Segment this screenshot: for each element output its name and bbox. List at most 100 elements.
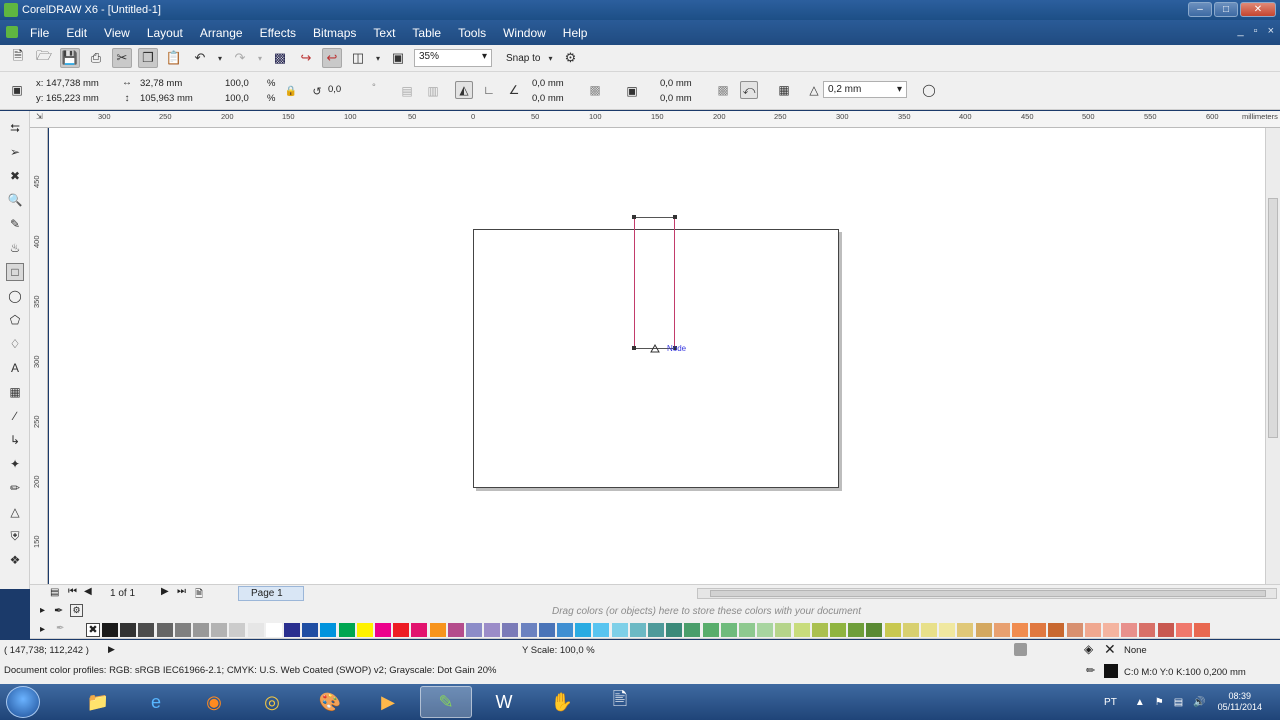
page-options-icon[interactable]: ▤ bbox=[50, 587, 59, 598]
zoom-level-select[interactable]: 35% ▾ bbox=[414, 49, 492, 67]
menu-table[interactable]: Table bbox=[412, 26, 441, 40]
palette-scroll-left-icon[interactable]: ▸ bbox=[40, 624, 45, 635]
color-swatch[interactable] bbox=[921, 623, 937, 637]
color-swatch[interactable] bbox=[666, 623, 683, 637]
options-icon[interactable]: ⚙ bbox=[560, 48, 580, 68]
color-swatch[interactable] bbox=[1030, 623, 1047, 637]
network-icon[interactable]: ▤ bbox=[1174, 697, 1183, 708]
menu-layout[interactable]: Layout bbox=[147, 26, 183, 40]
rectangle-tool-icon[interactable]: □ bbox=[6, 263, 24, 281]
fill-tool-icon[interactable]: ⛨ bbox=[6, 527, 24, 545]
palette-settings-icon[interactable]: ⚙ bbox=[70, 604, 83, 617]
color-swatch[interactable] bbox=[138, 623, 155, 637]
freehand-tool-icon[interactable]: ✎ bbox=[6, 215, 24, 233]
zoom-tool-icon[interactable]: 🔍 bbox=[6, 191, 24, 209]
page-tab[interactable]: Page 1 bbox=[238, 586, 304, 601]
undo-icon[interactable]: ↶ bbox=[190, 48, 210, 68]
color-swatch[interactable] bbox=[356, 623, 373, 637]
color-swatch[interactable] bbox=[211, 623, 228, 637]
undo-dropdown-icon[interactable]: ▾ bbox=[216, 48, 224, 68]
copy-icon[interactable]: ❐ bbox=[138, 48, 158, 68]
color-swatch[interactable] bbox=[466, 623, 482, 637]
pick-tool-icon[interactable]: ⮀ bbox=[6, 119, 24, 137]
action-center-flag-icon[interactable]: ⚑ bbox=[1155, 697, 1164, 708]
ellipse-tool-icon[interactable]: ◯ bbox=[6, 287, 24, 305]
first-page-icon[interactable]: ⏮ bbox=[68, 586, 77, 597]
menu-arrange[interactable]: Arrange bbox=[200, 26, 243, 40]
color-swatch[interactable] bbox=[993, 623, 1010, 637]
color-swatch[interactable] bbox=[302, 623, 319, 637]
color-swatch[interactable] bbox=[793, 623, 810, 637]
color-swatch[interactable] bbox=[739, 623, 755, 637]
color-swatch[interactable] bbox=[174, 623, 191, 637]
text-tool-icon[interactable]: A bbox=[6, 359, 24, 377]
shape-tool-icon[interactable]: ➢ bbox=[6, 143, 24, 161]
color-swatch[interactable] bbox=[866, 623, 883, 637]
menu-edit[interactable]: Edit bbox=[66, 26, 87, 40]
horizontal-scroll-thumb[interactable] bbox=[710, 590, 1266, 597]
connector-tool-icon[interactable]: ↳ bbox=[6, 431, 24, 449]
last-page-icon[interactable]: ⏭ bbox=[177, 586, 186, 597]
clock[interactable]: 08:39 05/11/2014 bbox=[1218, 691, 1262, 713]
next-page-icon[interactable]: ▶ bbox=[161, 586, 169, 597]
media-player-icon[interactable]: ▶ bbox=[362, 686, 414, 718]
color-swatch[interactable] bbox=[102, 623, 118, 637]
color-swatch[interactable] bbox=[156, 623, 173, 637]
document-icon[interactable] bbox=[6, 26, 18, 38]
color-swatch[interactable] bbox=[775, 623, 792, 637]
color-swatch[interactable] bbox=[593, 623, 610, 637]
outline-width-select[interactable]: 0,2 mm ▾ bbox=[823, 81, 907, 98]
width-field[interactable]: 32,78 mm bbox=[140, 78, 182, 92]
import-icon[interactable]: ↪ bbox=[296, 48, 316, 68]
color-swatch[interactable] bbox=[502, 623, 519, 637]
interactive-fill-tool-icon[interactable]: ❖ bbox=[6, 551, 24, 569]
table-tool-icon[interactable]: ▦ bbox=[6, 383, 24, 401]
coreldraw-task-icon[interactable]: ✎ bbox=[420, 686, 472, 718]
ruler-origin[interactable]: ⇲ bbox=[36, 112, 43, 121]
cut-icon[interactable]: ✂ bbox=[112, 48, 132, 68]
color-swatch[interactable] bbox=[1066, 623, 1083, 637]
paint-palette-icon[interactable]: 🎨 bbox=[304, 686, 356, 718]
lock-ratio-icon[interactable]: 🔒 bbox=[282, 82, 300, 100]
corner-radius-top-right[interactable]: 0,0 mm bbox=[660, 78, 692, 92]
redo-icon[interactable]: ↷ bbox=[230, 48, 250, 68]
color-swatch[interactable] bbox=[1175, 623, 1192, 637]
paste-icon[interactable]: 📋 bbox=[164, 48, 184, 68]
color-swatch[interactable] bbox=[957, 623, 974, 637]
chrome-icon[interactable]: ◎ bbox=[246, 686, 298, 718]
color-swatch[interactable] bbox=[1048, 623, 1065, 637]
status-swatch-icon[interactable] bbox=[1014, 643, 1027, 656]
application-launcher-icon[interactable]: ▾ bbox=[374, 48, 382, 68]
color-swatch[interactable] bbox=[902, 623, 919, 637]
outline-tool-icon[interactable]: △ bbox=[6, 503, 24, 521]
search-content-icon[interactable]: ▩ bbox=[270, 48, 290, 68]
menu-bitmaps[interactable]: Bitmaps bbox=[313, 26, 356, 40]
volume-icon[interactable]: 🔊 bbox=[1193, 697, 1205, 708]
color-swatch[interactable] bbox=[557, 623, 573, 637]
basic-shapes-tool-icon[interactable]: ♢ bbox=[6, 335, 24, 353]
scale-y-field[interactable]: 100,0 bbox=[225, 93, 249, 107]
color-swatch[interactable] bbox=[447, 623, 464, 637]
scalloped-corner-icon[interactable]: ∟ bbox=[480, 81, 498, 99]
menu-help[interactable]: Help bbox=[563, 26, 588, 40]
palette-menu-icon[interactable]: ▸ bbox=[40, 605, 45, 616]
convert-to-curves-icon[interactable]: ◯ bbox=[920, 81, 938, 99]
color-swatch[interactable] bbox=[830, 623, 846, 637]
corner-radius-top-left[interactable]: 0,0 mm bbox=[532, 78, 564, 92]
color-swatch[interactable] bbox=[939, 623, 956, 637]
edit-corners-together-icon[interactable]: ▣ bbox=[623, 82, 641, 100]
color-swatch[interactable] bbox=[702, 623, 719, 637]
new-document-icon[interactable]: 🗎 bbox=[8, 48, 28, 68]
eyedropper-icon[interactable]: ✒ bbox=[54, 604, 63, 617]
maximize-button[interactable]: □ bbox=[1214, 2, 1238, 17]
relative-corner-scaling-icon[interactable]: ⤺ bbox=[740, 81, 758, 99]
minimize-button[interactable]: – bbox=[1188, 2, 1212, 17]
firefox-icon[interactable]: ◉ bbox=[188, 686, 240, 718]
color-swatch[interactable] bbox=[265, 623, 282, 637]
internet-explorer-icon[interactable]: e bbox=[130, 686, 182, 718]
color-profiles-info[interactable]: Document color profiles: RGB: sRGB IEC61… bbox=[4, 665, 496, 676]
save-icon[interactable]: 💾 bbox=[60, 48, 80, 68]
color-swatch[interactable] bbox=[120, 623, 137, 637]
horizontal-ruler[interactable]: ⇲ 300 250 200 150 100 50 0 50 100 150 20… bbox=[30, 111, 1280, 128]
outline-color-swatch[interactable] bbox=[1104, 664, 1118, 678]
